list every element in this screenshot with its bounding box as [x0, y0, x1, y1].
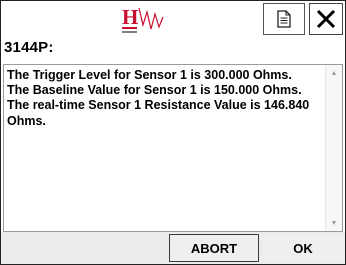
- sensor-dialog: H 3144P: The Trigger Level for Sensor 1 …: [0, 0, 346, 265]
- message-text: The Trigger Level for Sensor 1 is 300.00…: [7, 68, 317, 129]
- message-area[interactable]: The Trigger Level for Sensor 1 is 300.00…: [3, 64, 343, 232]
- abort-button[interactable]: ABORT: [169, 234, 259, 262]
- scroll-down-icon[interactable]: ▼: [326, 215, 342, 231]
- close-icon: [316, 9, 336, 29]
- signal-waveform-logo: H: [122, 5, 164, 33]
- scroll-up-icon[interactable]: ▲: [326, 65, 342, 81]
- vertical-scrollbar[interactable]: ▲ ▼: [325, 65, 342, 231]
- document-icon: [277, 10, 291, 28]
- ok-button[interactable]: OK: [263, 234, 343, 262]
- trigger-level-line: The Trigger Level for Sensor 1 is 300.00…: [7, 68, 292, 82]
- document-button[interactable]: [263, 3, 305, 35]
- device-label: 3144P:: [4, 39, 54, 56]
- close-button[interactable]: [309, 3, 343, 35]
- resistance-value-line: The real-time Sensor 1 Resistance Value …: [7, 98, 310, 128]
- logo-letter: H: [122, 5, 138, 29]
- baseline-value-line: The Baseline Value for Sensor 1 is 150.0…: [7, 83, 302, 98]
- dialog-header: H 3144P:: [1, 1, 345, 61]
- button-bar: ABORT OK: [1, 232, 345, 264]
